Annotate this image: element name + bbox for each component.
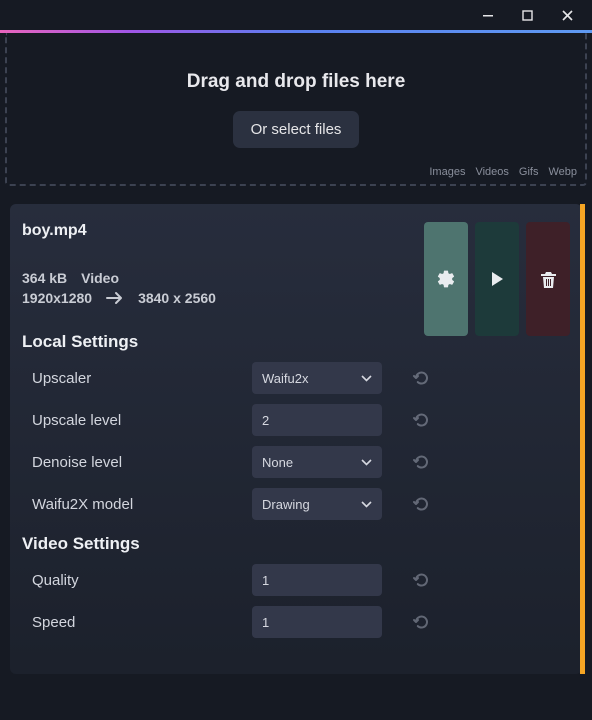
quality-input[interactable]: 1	[252, 564, 382, 596]
setting-label: Denoise level	[22, 454, 252, 471]
play-icon	[488, 270, 506, 288]
setting-row-speed: Speed 1	[22, 606, 570, 638]
titlebar	[0, 0, 592, 30]
dropzone[interactable]: Drag and drop files here Or select files…	[5, 33, 587, 186]
setting-row-quality: Quality 1	[22, 564, 570, 596]
source-dimensions: 1920x1280	[22, 290, 92, 306]
maximize-button[interactable]	[522, 10, 533, 21]
reset-button[interactable]	[408, 567, 434, 593]
chevron-down-icon	[361, 459, 372, 466]
undo-icon	[412, 495, 430, 513]
select-value: Waifu2x	[262, 371, 308, 386]
play-button[interactable]	[475, 222, 519, 336]
select-value: Drawing	[262, 497, 310, 512]
scrollbar[interactable]	[580, 204, 585, 674]
reset-button[interactable]	[408, 609, 434, 635]
setting-label: Waifu2X model	[22, 496, 252, 513]
file-type-item: Webp	[548, 166, 577, 178]
undo-icon	[412, 571, 430, 589]
undo-icon	[412, 411, 430, 429]
reset-button[interactable]	[408, 407, 434, 433]
reset-button[interactable]	[408, 365, 434, 391]
target-dimensions: 3840 x 2560	[138, 290, 216, 306]
reset-button[interactable]	[408, 449, 434, 475]
undo-icon	[412, 453, 430, 471]
file-kind: Video	[81, 270, 119, 286]
chevron-down-icon	[361, 375, 372, 382]
waifu2x-model-select[interactable]: Drawing	[252, 488, 382, 520]
file-type-item: Images	[429, 166, 465, 178]
delete-button[interactable]	[526, 222, 570, 336]
trash-icon	[540, 270, 557, 289]
select-files-button[interactable]: Or select files	[233, 111, 360, 148]
file-area: boy.mp4 364 kBVideo 1920x1280 3840 x 256…	[10, 204, 582, 674]
input-value: 1	[262, 615, 269, 630]
input-value: 1	[262, 573, 269, 588]
select-value: None	[262, 455, 293, 470]
undo-icon	[412, 369, 430, 387]
file-type-item: Gifs	[519, 166, 539, 178]
setting-label: Upscaler	[22, 370, 252, 387]
speed-input[interactable]: 1	[252, 606, 382, 638]
setting-row-waifu2x-model: Waifu2X model Drawing	[22, 488, 570, 520]
input-value: 2	[262, 413, 269, 428]
setting-label: Upscale level	[22, 412, 252, 429]
gear-icon	[436, 269, 456, 289]
file-type-item: Videos	[475, 166, 508, 178]
dropzone-title: Drag and drop files here	[7, 71, 585, 93]
upscale-level-input[interactable]: 2	[252, 404, 382, 436]
file-card: boy.mp4 364 kBVideo 1920x1280 3840 x 256…	[10, 204, 582, 674]
file-size: 364 kB	[22, 270, 67, 286]
setting-row-denoise-level: Denoise level None	[22, 446, 570, 478]
setting-label: Quality	[22, 572, 252, 589]
chevron-down-icon	[361, 501, 372, 508]
arrow-right-icon	[106, 291, 124, 305]
undo-icon	[412, 613, 430, 631]
setting-row-upscale-level: Upscale level 2	[22, 404, 570, 436]
video-settings-heading: Video Settings	[22, 534, 570, 554]
setting-row-upscaler: Upscaler Waifu2x	[22, 362, 570, 394]
settings-button[interactable]	[424, 222, 468, 336]
denoise-level-select[interactable]: None	[252, 446, 382, 478]
file-types-row: Images Videos Gifs Webp	[7, 148, 585, 178]
close-button[interactable]	[561, 9, 574, 22]
reset-button[interactable]	[408, 491, 434, 517]
minimize-button[interactable]	[482, 9, 494, 21]
action-buttons	[424, 222, 570, 336]
upscaler-select[interactable]: Waifu2x	[252, 362, 382, 394]
setting-label: Speed	[22, 614, 252, 631]
